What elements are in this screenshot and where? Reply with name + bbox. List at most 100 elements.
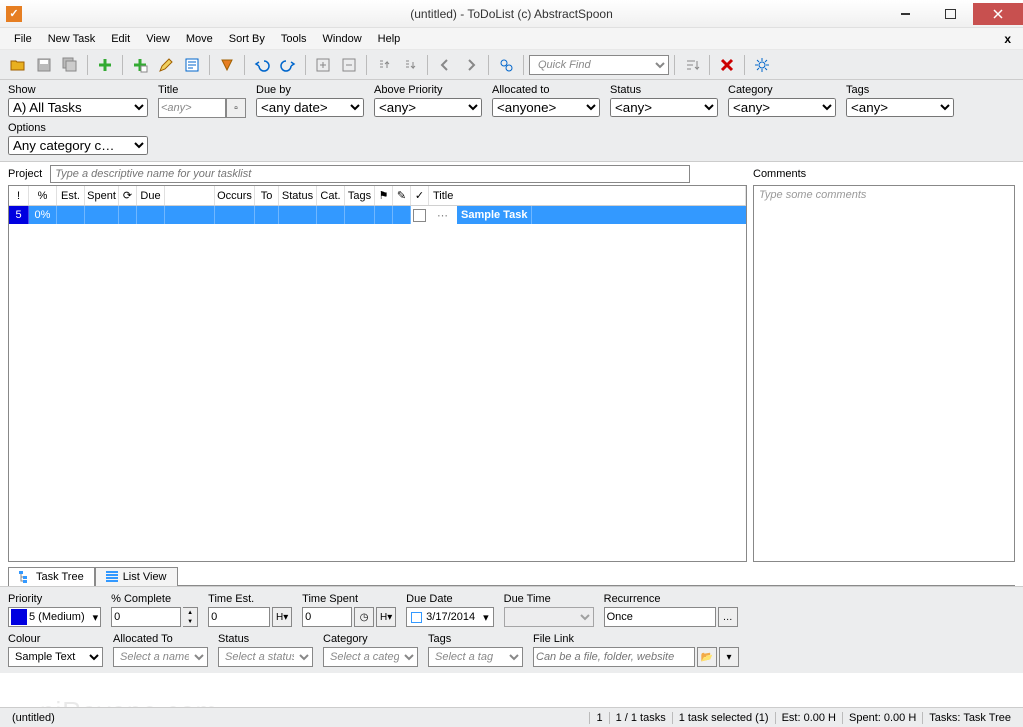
prop-recurrence-label: Recurrence	[604, 593, 738, 605]
undo-icon[interactable]	[250, 53, 274, 77]
cell-icon: ⋯	[429, 206, 457, 224]
prop-timeest[interactable]	[208, 607, 270, 627]
doc-close-button[interactable]: x	[998, 32, 1017, 46]
minimize-button[interactable]	[883, 3, 928, 25]
move-up-icon[interactable]	[372, 53, 396, 77]
prop-filelink[interactable]	[533, 647, 695, 667]
prop-colour[interactable]: Sample Text	[8, 647, 103, 667]
tab-list-view[interactable]: List View	[95, 567, 178, 586]
status-tasks: 1 / 1 tasks	[609, 712, 672, 724]
prop-filelink-label: File Link	[533, 633, 739, 645]
menu-file[interactable]: File	[6, 31, 40, 47]
find-icon[interactable]	[494, 53, 518, 77]
filter-panel: Show A) All Tasks Title ▫ Due by <any da…	[0, 80, 1023, 162]
prop-timespent[interactable]	[302, 607, 352, 627]
properties-icon[interactable]	[180, 53, 204, 77]
back-icon[interactable]	[433, 53, 457, 77]
pcomplete-spinner[interactable]: ▲▼	[183, 607, 198, 627]
cell-tags	[345, 206, 375, 224]
move-down-icon[interactable]	[398, 53, 422, 77]
status-spent: Spent: 0.00 H	[842, 712, 922, 724]
recurrence-dialog-button[interactable]: …	[718, 607, 738, 627]
sort-icon[interactable]	[680, 53, 704, 77]
menu-help[interactable]: Help	[370, 31, 409, 47]
filter-show[interactable]: A) All Tasks	[8, 98, 148, 117]
settings-icon[interactable]	[750, 53, 774, 77]
col-occurs[interactable]	[165, 186, 215, 205]
prop-duedate[interactable]: 3/17/2014▾	[406, 607, 493, 627]
cell-check[interactable]	[411, 206, 429, 224]
prop-allocatedto[interactable]: Select a name	[113, 647, 208, 667]
collapse-icon[interactable]	[337, 53, 361, 77]
menu-move[interactable]: Move	[178, 31, 221, 47]
new-task-icon[interactable]	[93, 53, 117, 77]
prop-tags-label: Tags	[428, 633, 523, 645]
open-icon[interactable]	[6, 53, 30, 77]
filelink-dropdown[interactable]: ▾	[719, 647, 739, 667]
col-flag-icon[interactable]: ⚑	[375, 186, 393, 205]
menu-view[interactable]: View	[138, 31, 178, 47]
menu-edit[interactable]: Edit	[103, 31, 138, 47]
save-all-icon[interactable]	[58, 53, 82, 77]
timeest-unit[interactable]: H▾	[272, 607, 292, 627]
col-lock-icon[interactable]: ✎	[393, 186, 411, 205]
tab-task-tree[interactable]: Task Tree	[8, 567, 95, 586]
menu-tools[interactable]: Tools	[273, 31, 315, 47]
col-status[interactable]: Status	[279, 186, 317, 205]
menu-window[interactable]: Window	[315, 31, 370, 47]
filter-abovepriority[interactable]: <any>	[374, 98, 482, 117]
col-occurs-lab[interactable]: Occurs	[215, 186, 255, 205]
status-est: Est: 0.00 H	[775, 712, 842, 724]
expand-icon[interactable]	[311, 53, 335, 77]
new-subtask-icon[interactable]	[128, 53, 152, 77]
filter-options[interactable]: Any category c…	[8, 136, 148, 155]
task-row[interactable]: 5 0% ⋯ Sample Task	[9, 206, 746, 224]
filter-tags[interactable]: <any>	[846, 98, 954, 117]
col-percent[interactable]: %	[29, 186, 57, 205]
col-est[interactable]: Est.	[57, 186, 85, 205]
prop-category[interactable]: Select a catego	[323, 647, 418, 667]
close-button[interactable]	[973, 3, 1023, 25]
delete-task-icon[interactable]	[715, 53, 739, 77]
col-cat[interactable]: Cat.	[317, 186, 345, 205]
prop-tags[interactable]: Select a tag	[428, 647, 523, 667]
prop-pcomplete-label: % Complete	[111, 593, 198, 605]
filter-dueby[interactable]: <any date>	[256, 98, 364, 117]
filter-title[interactable]	[158, 98, 226, 118]
timespent-unit[interactable]: H▾	[376, 607, 396, 627]
prop-status[interactable]: Select a status	[218, 647, 313, 667]
quickfind-input[interactable]: Quick Find	[529, 55, 669, 75]
save-icon[interactable]	[32, 53, 56, 77]
comments-pane[interactable]: Type some comments	[753, 185, 1015, 562]
filelink-browse-button[interactable]: 📂	[697, 647, 717, 667]
timespent-timer[interactable]: ◷	[354, 607, 374, 627]
menu-new-task[interactable]: New Task	[40, 31, 103, 47]
col-check-icon[interactable]: ✓	[411, 186, 429, 205]
maximize-button[interactable]	[928, 3, 973, 25]
col-to[interactable]: To	[255, 186, 279, 205]
delete-icon[interactable]	[215, 53, 239, 77]
filter-dueby-label: Due by	[256, 84, 364, 96]
menu-sort-by[interactable]: Sort By	[221, 31, 273, 47]
task-pane: ! % Est. Spent ⟳ Due Occurs To Status Ca…	[8, 185, 747, 562]
col-title[interactable]: Title	[429, 186, 746, 205]
prop-pcomplete[interactable]	[111, 607, 181, 627]
filter-status[interactable]: <any>	[610, 98, 718, 117]
col-recur[interactable]: ⟳	[119, 186, 137, 205]
prop-status-label: Status	[218, 633, 313, 645]
edit-icon[interactable]	[154, 53, 178, 77]
col-spent[interactable]: Spent	[85, 186, 119, 205]
list-icon	[106, 571, 118, 583]
forward-icon[interactable]	[459, 53, 483, 77]
project-name-input[interactable]	[50, 165, 690, 183]
col-due[interactable]: Due	[137, 186, 165, 205]
cell-title[interactable]: Sample Task	[457, 206, 532, 224]
filter-allocatedto[interactable]: <anyone>	[492, 98, 600, 117]
redo-icon[interactable]	[276, 53, 300, 77]
filter-title-dialog-button[interactable]: ▫	[226, 98, 246, 118]
prop-recurrence[interactable]	[604, 607, 716, 627]
col-tags[interactable]: Tags	[345, 186, 375, 205]
col-priority[interactable]: !	[9, 186, 29, 205]
prop-priority-label: Priority	[8, 593, 101, 605]
filter-category[interactable]: <any>	[728, 98, 836, 117]
